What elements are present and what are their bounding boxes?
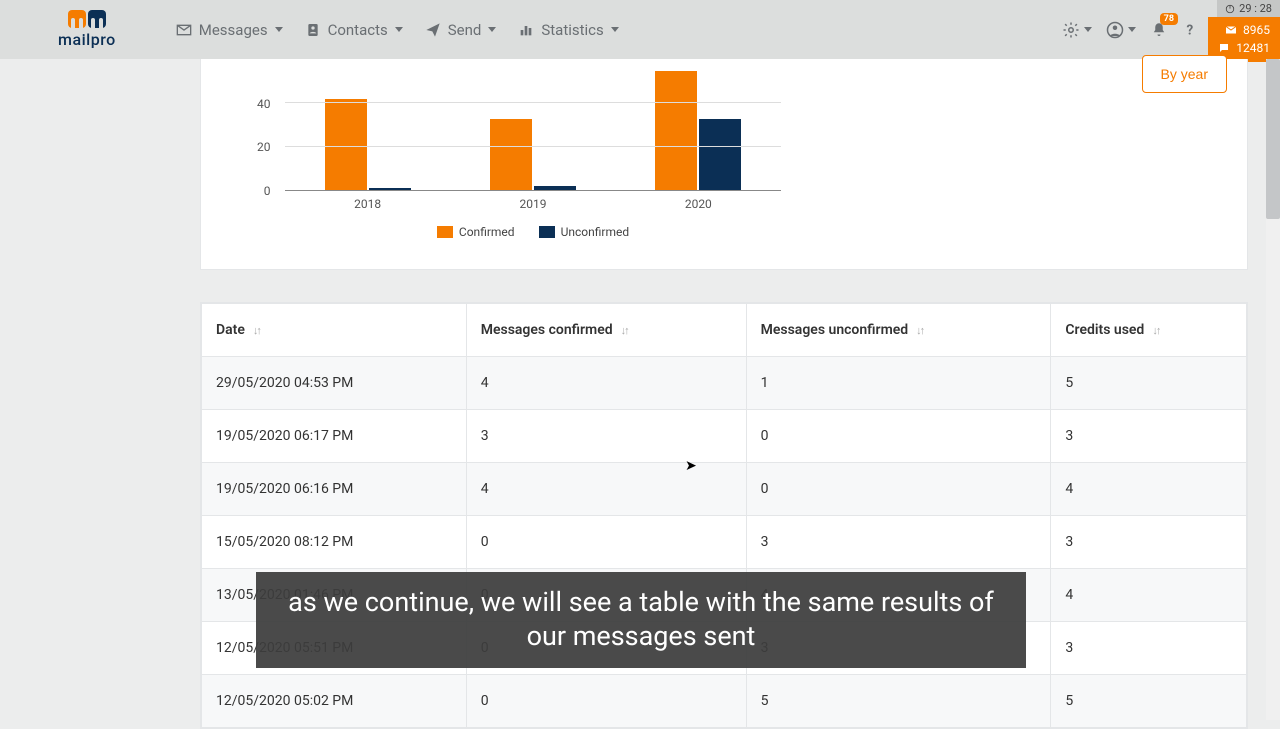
mail-credits: 8965 [1243, 21, 1270, 39]
bar [534, 186, 576, 190]
sort-icon: ↓↑ [621, 324, 628, 337]
cell-date: 19/05/2020 06:17 PM [202, 410, 467, 463]
account-menu[interactable] [1106, 21, 1136, 39]
nav-contacts-label: Contacts [328, 21, 388, 39]
col-credits[interactable]: Credits used↓↑ [1051, 304, 1247, 357]
chevron-down-icon [1128, 27, 1136, 32]
notifications-button[interactable]: 78 [1150, 21, 1168, 39]
cell-credits: 3 [1051, 410, 1247, 463]
col-unconfirmed[interactable]: Messages unconfirmed↓↑ [746, 304, 1051, 357]
nav-contacts[interactable]: Contacts [305, 21, 403, 39]
chevron-down-icon [1084, 27, 1092, 32]
col-date[interactable]: Date↓↑ [202, 304, 467, 357]
svg-text:?: ? [1187, 22, 1194, 38]
chart-legend: Confirmed Unconfirmed [285, 225, 781, 239]
nav-messages-label: Messages [199, 21, 268, 39]
cell-date: 15/05/2020 08:12 PM [202, 516, 467, 569]
cell-unconfirmed: 1 [746, 357, 1051, 410]
bar-group [285, 71, 450, 190]
power-icon [1225, 4, 1235, 14]
bar-chart: 40200 201820192020 ConfirmedUnconfirmed [261, 71, 781, 239]
nav-send[interactable]: Send [425, 21, 497, 39]
cell-date: 29/05/2020 04:53 PM [202, 357, 467, 410]
cell-credits: 5 [1051, 357, 1247, 410]
sms-credits: 12481 [1236, 39, 1270, 57]
question-icon: ? [1182, 21, 1200, 39]
scroll-thumb[interactable] [1266, 59, 1280, 219]
help-button[interactable]: ? [1182, 21, 1200, 39]
legend-item: Confirmed [437, 225, 515, 239]
table-row[interactable]: 15/05/2020 08:12 PM033 [202, 516, 1247, 569]
sort-icon: ↓↑ [253, 324, 260, 337]
nav-messages[interactable]: Messages [176, 21, 283, 39]
chevron-down-icon [395, 27, 403, 32]
cell-credits: 4 [1051, 463, 1247, 516]
bar [699, 119, 741, 190]
nav-statistics-label: Statistics [541, 21, 603, 39]
cell-unconfirmed: 0 [746, 410, 1051, 463]
logo-icon [68, 10, 106, 28]
cell-confirmed: 4 [466, 463, 746, 516]
settings-menu[interactable] [1062, 21, 1092, 39]
chart-bar-icon [518, 22, 534, 38]
chevron-down-icon [488, 27, 496, 32]
envelope-icon [176, 22, 192, 38]
col-confirmed[interactable]: Messages confirmed↓↑ [466, 304, 746, 357]
cell-unconfirmed: 0 [746, 463, 1051, 516]
cell-confirmed: 4 [466, 357, 746, 410]
by-year-button[interactable]: By year [1142, 55, 1227, 93]
user-circle-icon [1106, 21, 1124, 39]
logo[interactable]: mailpro [58, 10, 116, 49]
contacts-icon [305, 22, 321, 38]
table-row[interactable]: 29/05/2020 04:53 PM415 [202, 357, 1247, 410]
logo-text: mailpro [58, 30, 116, 49]
timer-value: 29 : 28 [1239, 2, 1272, 15]
nav-statistics[interactable]: Statistics [518, 21, 618, 39]
table-row[interactable]: 19/05/2020 06:17 PM303 [202, 410, 1247, 463]
video-caption: as we continue, we will see a table with… [256, 572, 1026, 668]
notification-badge: 78 [1160, 13, 1178, 25]
cell-confirmed: 3 [466, 410, 746, 463]
chart-plot [285, 71, 781, 191]
bar-group [616, 71, 781, 190]
envelope-icon [1225, 24, 1237, 36]
main-nav: Messages Contacts Send Statistics [176, 21, 619, 39]
nav-send-label: Send [448, 21, 482, 39]
bar-group [450, 71, 615, 190]
gear-icon [1062, 21, 1080, 39]
chevron-down-icon [275, 27, 283, 32]
x-axis: 201820192020 [285, 197, 781, 211]
bar [655, 71, 697, 190]
chevron-down-icon [611, 27, 619, 32]
bar [369, 188, 411, 190]
sort-icon: ↓↑ [1152, 324, 1159, 337]
cell-date: 19/05/2020 06:16 PM [202, 463, 467, 516]
session-timer: 29 : 28 [1217, 0, 1280, 17]
legend-item: Unconfirmed [539, 225, 630, 239]
cell-credits: 4 [1051, 569, 1247, 622]
chart-card: By year 40200 201820192020 ConfirmedUnco… [200, 59, 1248, 270]
y-axis: 40200 [257, 104, 271, 191]
mouse-cursor-icon: ➤ [685, 458, 697, 474]
table-row[interactable]: 19/05/2020 06:16 PM404 [202, 463, 1247, 516]
chat-icon [1218, 42, 1230, 54]
cell-credits: 3 [1051, 516, 1247, 569]
bar [490, 119, 532, 190]
paper-plane-icon [425, 22, 441, 38]
cell-unconfirmed: 3 [746, 516, 1051, 569]
header-right: 78 ? [1062, 0, 1200, 59]
bar [325, 99, 367, 190]
table-header-row: Date↓↑ Messages confirmed↓↑ Messages unc… [202, 304, 1247, 357]
cell-confirmed: 0 [466, 516, 746, 569]
cell-credits: 3 [1051, 622, 1247, 675]
sort-icon: ↓↑ [916, 324, 923, 337]
app-header: mailpro Messages Contacts Send Statistic… [0, 0, 1280, 59]
vertical-scrollbar[interactable] [1266, 59, 1280, 720]
